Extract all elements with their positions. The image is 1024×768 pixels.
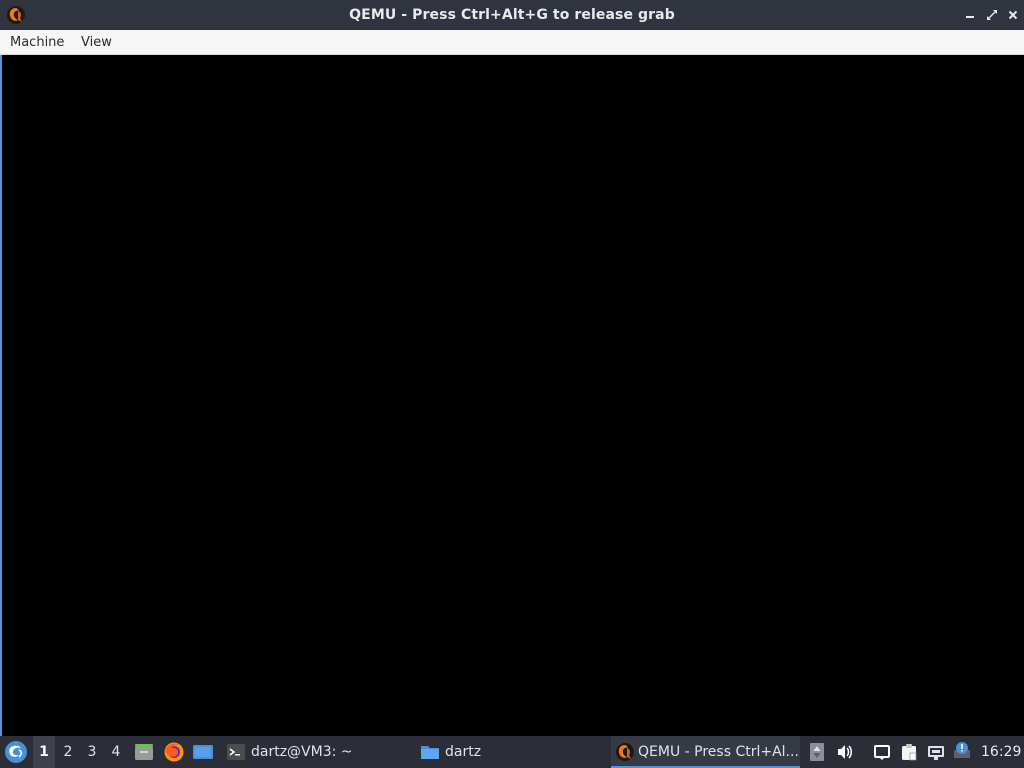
folder-icon [421, 746, 439, 759]
qemu-icon [616, 743, 634, 761]
clipboard-icon[interactable] [900, 743, 918, 761]
network-icon[interactable] [927, 743, 945, 761]
taskbar: 1 2 3 4 dartz@VM3: ~ dartz QEMU - Press … [0, 736, 1024, 768]
terminal-icon [227, 744, 245, 760]
volume-icon[interactable] [836, 743, 854, 761]
close-icon[interactable] [1005, 7, 1021, 23]
clock[interactable]: 16:29 [981, 736, 1021, 768]
workspace-3[interactable]: 3 [81, 736, 103, 768]
task-label: dartz [445, 744, 482, 760]
start-menu-icon[interactable] [2, 739, 30, 765]
minimize-icon[interactable] [962, 7, 978, 23]
vm-display[interactable] [0, 55, 1024, 736]
task-label: QEMU - Press Ctrl+Al... [638, 744, 798, 760]
workspace-2[interactable]: 2 [57, 736, 79, 768]
file-manager-icon[interactable] [133, 741, 155, 763]
desktop-screen: QEMU - Press Ctrl+Alt+G to release grab … [0, 0, 1024, 768]
menubar: Machine View [0, 30, 1024, 55]
scroll-arrows-icon[interactable] [808, 742, 826, 762]
menu-view[interactable]: View [79, 30, 114, 55]
notification-icon[interactable] [873, 743, 891, 761]
update-info-icon[interactable] [953, 741, 971, 759]
maximize-icon[interactable] [984, 7, 1000, 23]
workspace-1[interactable]: 1 [33, 736, 55, 768]
show-desktop-icon[interactable] [192, 741, 214, 763]
menu-machine[interactable]: Machine [8, 30, 66, 55]
window-titlebar[interactable]: QEMU - Press Ctrl+Alt+G to release grab [0, 0, 1024, 30]
window-title: QEMU - Press Ctrl+Alt+G to release grab [349, 7, 675, 23]
task-folder[interactable]: dartz [420, 736, 540, 768]
task-label: dartz@VM3: ~ [251, 744, 353, 760]
task-qemu[interactable]: QEMU - Press Ctrl+Al... [611, 736, 800, 768]
firefox-icon[interactable] [163, 741, 185, 763]
workspace-4[interactable]: 4 [105, 736, 127, 768]
task-terminal[interactable]: dartz@VM3: ~ [226, 736, 396, 768]
